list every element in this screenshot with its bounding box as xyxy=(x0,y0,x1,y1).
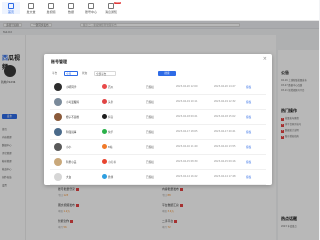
status-badge: 已授权 xyxy=(146,116,154,119)
auth-time: 2023-04-14 16:22 xyxy=(176,175,198,178)
update-time: 2023-04-17 20:41 xyxy=(214,130,236,133)
update-time: 2023-04-16 13:55 xyxy=(214,145,236,148)
platform-name: 抖音 xyxy=(108,116,114,119)
authorize-link[interactable]: 授权 xyxy=(246,85,251,89)
account-name: 大白 xyxy=(66,176,72,179)
edit-icon xyxy=(28,3,34,9)
search-button[interactable]: 搜索 xyxy=(158,71,176,76)
account-name: 阿强说事 xyxy=(66,131,77,134)
avatar xyxy=(54,143,62,151)
authorize-link[interactable]: 授权 xyxy=(246,145,251,149)
nav-data[interactable]: 数据 xyxy=(62,2,80,14)
nav-home[interactable]: 首页 xyxy=(2,2,20,14)
authorize-link[interactable]: 授权 xyxy=(246,175,251,179)
new-badge: NEW xyxy=(114,2,121,4)
nav-article-label: 发文章 xyxy=(26,10,36,14)
platform-filter-label: 平台 xyxy=(52,72,58,75)
account-management-modal: 账号管理 × 平台 全部 状态 全部平台 搜索 小明同学 西瓜 已授权 2023-04… xyxy=(44,54,272,185)
table-row[interactable]: 橙子不是柑 抖音 已授权 2023-04-18 09:21 2023-04-18 15:… xyxy=(50,110,266,125)
authorize-link[interactable]: 授权 xyxy=(246,115,251,119)
platform-icon xyxy=(102,174,107,179)
nav-messages-label: 消息通知 xyxy=(104,10,117,14)
platform-icon xyxy=(102,129,107,134)
modal-title: 账号管理 xyxy=(51,59,67,64)
platform-name: 快手 xyxy=(108,131,114,134)
platform-icon xyxy=(102,144,107,149)
auth-time: 2023-04-19 10:11 xyxy=(176,100,198,103)
authorize-link[interactable]: 授权 xyxy=(246,130,251,134)
update-time: 2023-04-19 12:32 xyxy=(214,100,236,103)
user-icon xyxy=(88,3,94,9)
update-time: 2023-04-18 15:02 xyxy=(214,115,236,118)
table-row[interactable]: 小可爱搬砖 头条 已授权 2023-04-19 10:11 2023-04-19 12:… xyxy=(50,95,266,110)
home-icon xyxy=(8,3,14,9)
status-badge: 已授权 xyxy=(146,101,154,104)
status-badge: 已授权 xyxy=(146,161,154,164)
avatar xyxy=(54,83,62,91)
bell-icon xyxy=(108,3,114,9)
avatar xyxy=(54,158,62,166)
nav-account[interactable]: 账号中心 xyxy=(82,2,100,14)
avatar xyxy=(54,113,62,121)
close-icon[interactable]: × xyxy=(263,57,267,62)
nav-article[interactable]: 发文章 xyxy=(22,2,40,14)
status-badge: 已授权 xyxy=(146,146,154,149)
table-row[interactable]: 大白 微博 已授权 2023-04-14 16:22 2023-04-14 17:48 授… xyxy=(50,170,266,185)
nav-account-label: 账号中心 xyxy=(84,10,97,14)
platform-name: 头条 xyxy=(108,101,114,104)
authorize-link[interactable]: 授权 xyxy=(246,160,251,164)
nav-video[interactable]: 发视频 xyxy=(42,2,60,14)
account-name: 橙子不是柑 xyxy=(66,116,79,119)
avatar xyxy=(54,98,62,106)
status-badge: 已授权 xyxy=(146,86,154,89)
platform-icon xyxy=(102,114,107,119)
chart-icon xyxy=(68,3,74,9)
status-filter-select[interactable]: 全部平台 xyxy=(94,71,116,76)
table-row[interactable]: 小小 B站 已授权 2023-04-16 11:40 2023-04-16 13:55 授… xyxy=(50,140,266,155)
account-name: 阿里小美 xyxy=(66,161,77,164)
table-row[interactable]: 阿强说事 快手 已授权 2023-04-17 18:05 2023-04-17 20:4… xyxy=(50,125,266,140)
account-name: 小可爱搬砖 xyxy=(66,101,79,104)
platform-icon xyxy=(102,84,107,89)
account-name: 小明同学 xyxy=(66,86,77,89)
auth-time: 2023-04-18 09:21 xyxy=(176,115,198,118)
platform-name: B站 xyxy=(108,146,113,149)
avatar xyxy=(54,128,62,136)
platform-icon xyxy=(102,99,107,104)
platform-filter-select[interactable]: 全部 xyxy=(64,71,78,76)
auth-time: 2023-04-15 08:30 xyxy=(176,160,198,163)
table-row[interactable]: 小明同学 西瓜 已授权 2023-04-20 12:00 2023-04-20 14:2… xyxy=(50,80,266,95)
nav-messages[interactable]: 消息通知 NEW xyxy=(102,2,121,14)
nav-home-label: 首页 xyxy=(7,10,14,14)
status-filter-label: 状态 xyxy=(82,72,88,75)
video-icon xyxy=(48,3,54,9)
nav-data-label: 数据 xyxy=(67,10,74,14)
platform-name: 西瓜 xyxy=(108,86,114,89)
platform-name: 小红书 xyxy=(108,161,116,164)
authorize-link[interactable]: 授权 xyxy=(246,100,251,104)
update-time: 2023-04-20 14:27 xyxy=(214,85,236,88)
update-time: 2023-04-14 17:48 xyxy=(214,175,236,178)
status-badge: 已授权 xyxy=(146,131,154,134)
top-navigation: 首页 发文章 发视频 数据 账号中心 消息通知 NEW xyxy=(0,0,319,21)
table-row[interactable]: 阿里小美 小红书 已授权 2023-04-15 08:30 2023-04-15 09:… xyxy=(50,155,266,170)
auth-time: 2023-04-16 11:40 xyxy=(176,145,198,148)
auth-time: 2023-04-17 18:05 xyxy=(176,130,198,133)
nav-video-label: 发视频 xyxy=(46,10,56,14)
platform-name: 微博 xyxy=(108,176,114,179)
auth-time: 2023-04-20 12:00 xyxy=(176,85,198,88)
avatar xyxy=(54,173,62,181)
platform-icon xyxy=(102,159,107,164)
account-name: 小小 xyxy=(66,146,72,149)
update-time: 2023-04-15 09:16 xyxy=(214,160,236,163)
status-badge: 已授权 xyxy=(146,176,154,179)
